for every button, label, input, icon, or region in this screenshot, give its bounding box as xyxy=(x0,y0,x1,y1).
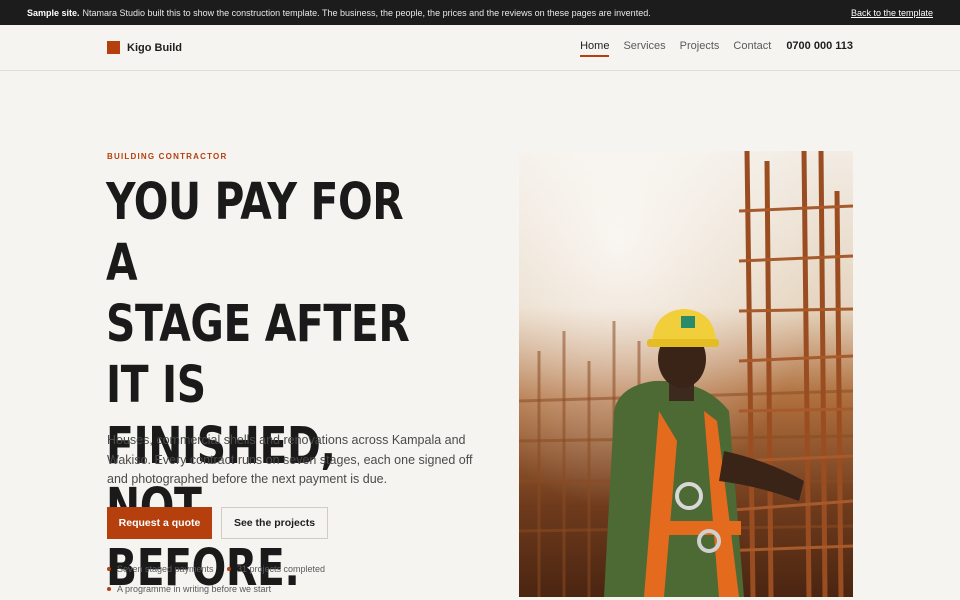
nav-item-contact[interactable]: Contact xyxy=(733,40,771,55)
bullet-dot-icon xyxy=(227,567,231,571)
sample-site-banner: Sample site. Ntamara Studio built this t… xyxy=(0,0,960,25)
hero-eyebrow: BUILDING CONTRACTOR xyxy=(107,152,228,161)
nav-item-home[interactable]: Home xyxy=(580,40,610,57)
bullet-dot-icon xyxy=(107,587,111,591)
hero-lede: Houses, commercial shells and renovation… xyxy=(107,433,473,486)
sample-site-label: Sample site. xyxy=(27,7,80,18)
bullet-item: 31 projects completed xyxy=(227,564,325,574)
back-to-template-link[interactable]: Back to the template xyxy=(851,8,933,18)
bullet-text: 31 projects completed xyxy=(237,564,326,574)
bullet-text: Seven staged payments xyxy=(117,564,214,574)
brand-name: Kigo Build xyxy=(127,41,182,54)
nav-item-services[interactable]: Services xyxy=(623,40,665,55)
bullet-dot-icon xyxy=(107,567,111,571)
request-quote-button[interactable]: Request a quote xyxy=(107,507,212,539)
phone-number-link[interactable]: 0700 000 113 xyxy=(786,40,853,55)
construction-worker-photo xyxy=(519,151,853,597)
site-header: Kigo Build Home Services Projects Contac… xyxy=(0,25,960,71)
bullet-text: A programme in writing before we start xyxy=(117,584,272,594)
bullet-item: A programme in writing before we start xyxy=(107,584,271,594)
brand-square-icon xyxy=(107,41,120,54)
nav-item-projects[interactable]: Projects xyxy=(680,40,720,55)
bullet-item: Seven staged payments xyxy=(107,564,214,574)
brand-logo[interactable]: Kigo Build xyxy=(107,41,182,54)
sample-site-text: Ntamara Studio built this to show the co… xyxy=(82,7,651,18)
main-nav: Home Services Projects Contact 0700 000 … xyxy=(566,40,853,57)
see-projects-button[interactable]: See the projects xyxy=(221,507,328,539)
